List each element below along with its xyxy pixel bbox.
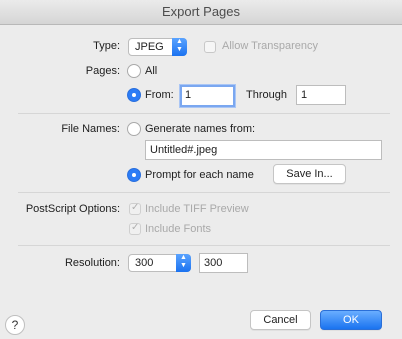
name-pattern-field[interactable]: Untitled#.jpeg bbox=[145, 140, 382, 160]
resolution-popup[interactable]: 300 ▲ ▼ bbox=[128, 254, 191, 272]
include-fonts-checkbox[interactable]: ✓ bbox=[129, 222, 141, 235]
postscript-label: PostScript Options: bbox=[25, 203, 120, 215]
allow-transparency-label: Allow Transparency bbox=[222, 40, 318, 52]
checkmark-icon: ✓ bbox=[131, 222, 140, 233]
help-button[interactable]: ? bbox=[5, 315, 25, 335]
through-label: Through bbox=[246, 89, 287, 101]
include-fonts-label: Include Fonts bbox=[145, 223, 212, 235]
type-popup[interactable]: JPEG ▲ ▼ bbox=[128, 38, 187, 56]
resolution-label: Resolution: bbox=[64, 257, 120, 269]
separator bbox=[18, 192, 390, 193]
prompt-each-radio[interactable] bbox=[127, 168, 141, 182]
pages-all-radio[interactable] bbox=[127, 64, 141, 78]
save-in-button[interactable]: Save In... bbox=[273, 164, 346, 184]
resolution-field[interactable]: 300 bbox=[199, 253, 248, 273]
pages-label: Pages: bbox=[85, 65, 120, 77]
window-title: Export Pages bbox=[0, 0, 402, 25]
cancel-button[interactable]: Cancel bbox=[250, 310, 311, 330]
generate-names-radio[interactable] bbox=[127, 122, 141, 136]
popup-stepper-icon: ▲ ▼ bbox=[176, 254, 191, 272]
file-names-label: File Names: bbox=[61, 123, 120, 135]
pages-from-label: From: bbox=[145, 89, 174, 101]
include-tiff-label: Include TIFF Preview bbox=[145, 203, 249, 215]
pages-from-radio[interactable] bbox=[127, 88, 141, 102]
include-tiff-checkbox[interactable]: ✓ bbox=[129, 202, 141, 215]
type-label: Type: bbox=[93, 40, 120, 52]
from-page-field[interactable]: 1 bbox=[180, 85, 235, 107]
separator bbox=[18, 113, 390, 114]
separator bbox=[18, 245, 390, 246]
export-pages-dialog: Export Pages Type: JPEG ▲ ▼ Allow Transpa… bbox=[0, 0, 402, 339]
type-value: JPEG bbox=[135, 41, 164, 53]
through-page-field[interactable]: 1 bbox=[296, 85, 346, 105]
generate-names-label: Generate names from: bbox=[145, 123, 256, 135]
ok-button[interactable]: OK bbox=[320, 310, 382, 330]
allow-transparency-checkbox[interactable] bbox=[204, 41, 216, 53]
checkmark-icon: ✓ bbox=[131, 202, 140, 213]
pages-all-label: All bbox=[145, 65, 158, 77]
resolution-preset: 300 bbox=[135, 257, 154, 269]
popup-stepper-icon: ▲ ▼ bbox=[172, 38, 187, 56]
prompt-each-label: Prompt for each name bbox=[145, 169, 254, 181]
